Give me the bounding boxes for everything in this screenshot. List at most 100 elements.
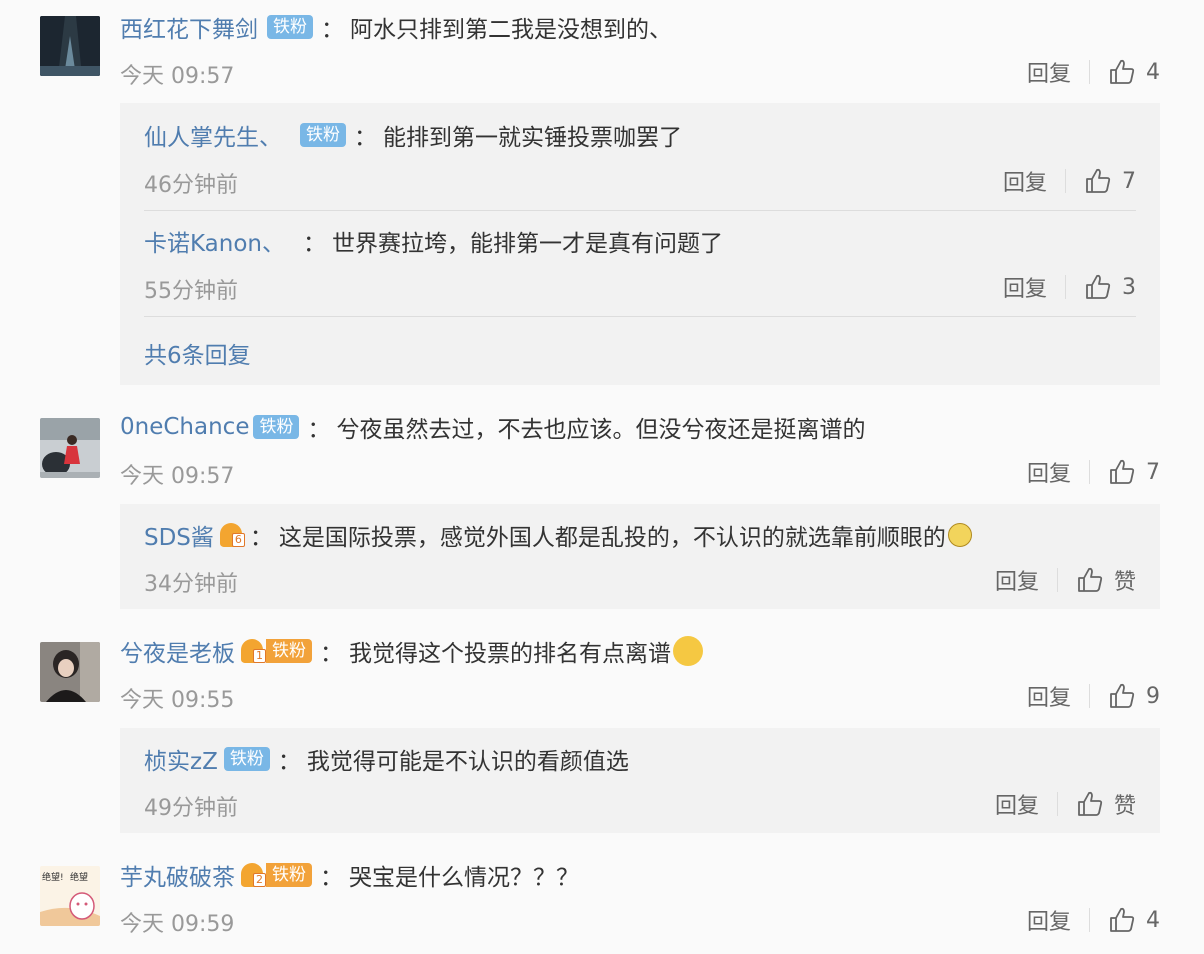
view-all-replies-link[interactable]: 共6条回复 [144, 336, 251, 370]
username-link[interactable]: 芋丸破破茶 [120, 858, 235, 892]
username-link[interactable]: 0neChance [120, 414, 249, 440]
reply-time: 46分钟前 [144, 173, 238, 198]
crown-icon: 2 [241, 863, 266, 887]
reply-header: 桢实zZ 铁粉 ： 我觉得可能是不认识的看颜值选 [144, 742, 629, 776]
divider [1065, 169, 1066, 193]
avatar[interactable] [40, 418, 100, 478]
fan-badge[interactable]: 铁粉 [267, 15, 313, 39]
username-link[interactable]: 西红花下舞剑 [120, 10, 258, 44]
reply-actions: 回复 3 [1003, 271, 1136, 303]
svg-text:绝望: 绝望 [70, 871, 88, 883]
thumbs-up-icon[interactable] [1084, 273, 1112, 301]
like-count[interactable]: 7 [1146, 460, 1160, 485]
like-count[interactable]: 4 [1146, 908, 1160, 933]
comment-text: 哭宝是什么情况？？？ [349, 865, 579, 891]
thumbs-up-icon[interactable] [1076, 566, 1104, 594]
reply-text: 能排到第一就实锤投票咖罢了 [383, 125, 682, 151]
thumbs-up-icon[interactable] [1108, 682, 1136, 710]
thumbs-up-icon[interactable] [1084, 167, 1112, 195]
crown-badge[interactable]: 1 铁粉 [241, 639, 312, 663]
reply-button[interactable]: 回复 [1003, 271, 1047, 303]
divider [1056, 568, 1058, 592]
reply-button[interactable]: 回复 [1003, 165, 1047, 197]
laughing-emoji-icon [673, 636, 703, 666]
comment-text: 兮夜虽然去过，不去也应该。但没兮夜还是挺离谱的 [336, 417, 866, 443]
thumbs-up-icon[interactable] [1076, 790, 1104, 818]
reply-actions: 回复 7 [1003, 165, 1136, 197]
reply-button[interactable]: 回复 [995, 564, 1039, 596]
comment-text: 阿水只排到第二我是没想到的、 [350, 17, 672, 43]
comment-actions: 回复 4 [1027, 904, 1160, 936]
colon: ： [354, 125, 377, 151]
comment-time: 今天 09:57 [120, 464, 235, 489]
comment-time: 今天 09:55 [120, 688, 235, 713]
colon: ： [321, 17, 344, 43]
reply-button[interactable]: 回复 [995, 788, 1039, 820]
colon: ： [320, 865, 343, 891]
reply-button[interactable]: 回复 [1027, 456, 1071, 488]
svg-text:绝望!: 绝望! [42, 871, 64, 883]
comment-time: 今天 09:59 [120, 912, 235, 937]
colon: ： [249, 525, 273, 551]
reply-time: 34分钟前 [144, 572, 238, 597]
comment-time: 今天 09:57 [120, 64, 235, 89]
reply-button[interactable]: 回复 [1027, 904, 1071, 936]
divider [1089, 60, 1090, 84]
divider [1089, 460, 1090, 484]
username-link[interactable]: 兮夜是老板 [120, 634, 235, 668]
colon: ： [320, 641, 343, 667]
crown-badge[interactable]: 2 铁粉 [241, 863, 312, 887]
avatar[interactable] [40, 16, 100, 76]
crown-badge[interactable]: 6 [219, 523, 245, 547]
like-count[interactable]: 4 [1146, 60, 1160, 85]
reply-time: 49分钟前 [144, 796, 238, 821]
thumbs-up-icon[interactable] [1108, 458, 1136, 486]
avatar[interactable]: 绝望! 绝望 [40, 866, 100, 926]
like-label[interactable]: 赞 [1114, 564, 1136, 596]
divider [1089, 684, 1090, 708]
divider [144, 316, 1136, 317]
reply-box: SDS酱 6 ： 这是国际投票，感觉外国人都是乱投的，不认识的就选靠前顺眼的 3… [120, 504, 1160, 609]
divider [1056, 792, 1058, 816]
fan-badge: 铁粉 [266, 639, 312, 663]
crown-icon: 1 [241, 639, 266, 663]
colon: ： [307, 417, 331, 443]
reply-actions: 回复 赞 [995, 788, 1136, 820]
reply-header: 卡诺Kanon、 ： 世界赛拉垮，能排第一才是真有问题了 [144, 224, 723, 258]
username-link[interactable]: SDS酱 [144, 518, 214, 552]
like-count[interactable]: 3 [1122, 275, 1136, 300]
thumbs-up-icon[interactable] [1108, 906, 1136, 934]
like-label[interactable]: 赞 [1114, 788, 1136, 820]
fan-badge: 铁粉 [266, 863, 312, 887]
reply-text: 这是国际投票，感觉外国人都是乱投的，不认识的就选靠前顺眼的 [278, 525, 946, 551]
comment-header: 西红花下舞剑 铁粉 ： 阿水只排到第二我是没想到的、 [120, 10, 672, 44]
comment-header: 兮夜是老板 1 铁粉 ： 我觉得这个投票的排名有点离谱 [120, 634, 703, 668]
like-count[interactable]: 7 [1122, 169, 1136, 194]
divider [144, 210, 1136, 211]
username-link[interactable]: 卡诺Kanon、 [144, 224, 285, 258]
reply-button[interactable]: 回复 [1027, 56, 1071, 88]
colon: ： [303, 231, 326, 257]
avatar[interactable] [40, 642, 100, 702]
reply-button[interactable]: 回复 [1027, 680, 1071, 712]
like-count[interactable]: 9 [1146, 684, 1160, 709]
fan-badge[interactable]: 铁粉 [300, 123, 346, 147]
divider [1089, 908, 1090, 932]
username-link[interactable]: 仙人掌先生、 [144, 118, 282, 152]
comment-text: 我觉得这个投票的排名有点离谱 [349, 641, 671, 667]
comment-header: 0neChance 铁粉 ： 兮夜虽然去过，不去也应该。但没兮夜还是挺离谱的 [120, 410, 865, 444]
reply-header: SDS酱 6 ： 这是国际投票，感觉外国人都是乱投的，不认识的就选靠前顺眼的 [144, 518, 972, 552]
reply-time: 55分钟前 [144, 279, 238, 304]
fan-badge[interactable]: 铁粉 [253, 415, 300, 439]
comment-header: 芋丸破破茶 2 铁粉 ： 哭宝是什么情况？？？ [120, 858, 579, 892]
reply-text: 我觉得可能是不认识的看颜值选 [306, 749, 629, 775]
comment-actions: 回复 9 [1027, 680, 1160, 712]
reply-text: 世界赛拉垮，能排第一才是真有问题了 [332, 231, 723, 257]
thumbs-up-icon[interactable] [1108, 58, 1136, 86]
reply-header: 仙人掌先生、 铁粉 ： 能排到第一就实锤投票咖罢了 [144, 118, 682, 152]
username-link[interactable]: 桢实zZ [144, 742, 218, 776]
smile-emoji-icon [947, 523, 972, 547]
reply-actions: 回复 赞 [995, 564, 1136, 596]
fan-badge[interactable]: 铁粉 [223, 747, 270, 771]
colon: ： [277, 749, 301, 775]
